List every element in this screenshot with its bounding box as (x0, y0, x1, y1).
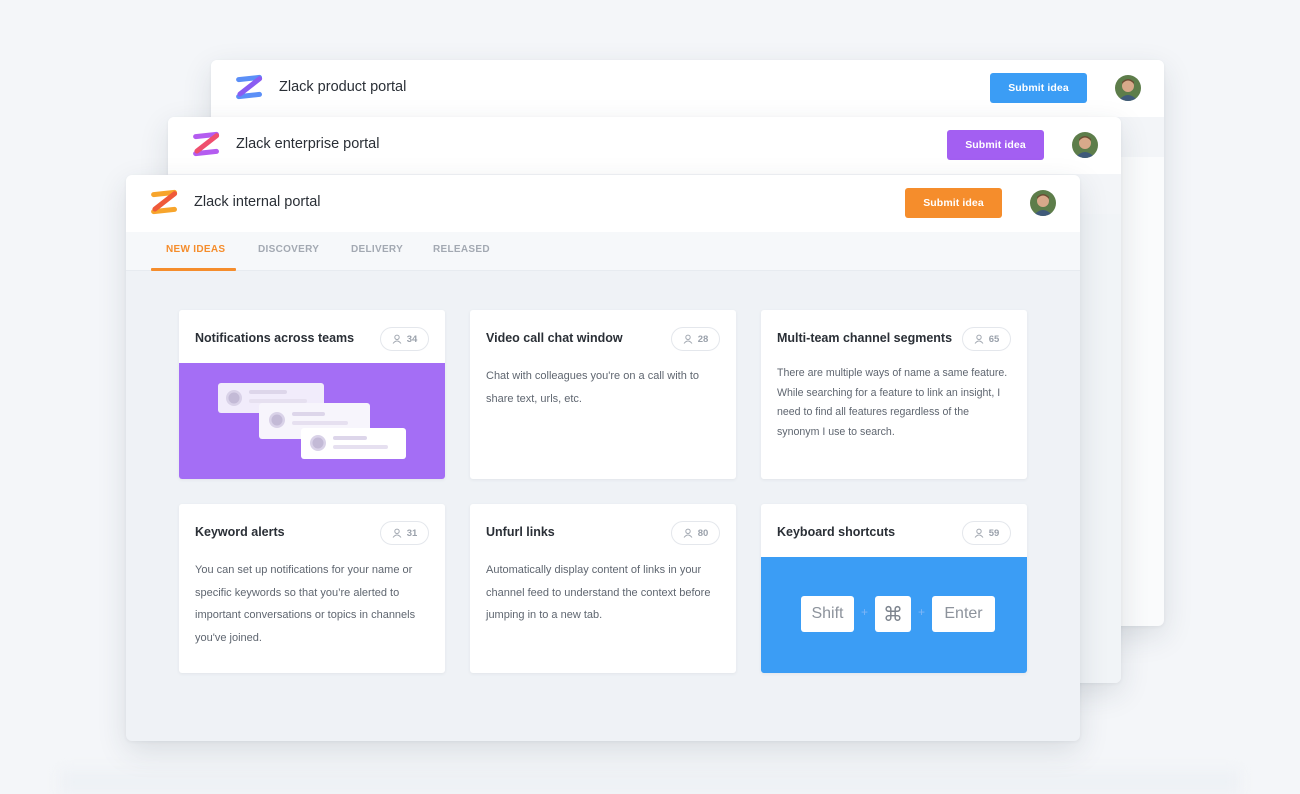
user-avatar[interactable] (1030, 190, 1056, 216)
submit-idea-button[interactable]: Submit idea (947, 130, 1044, 160)
notification-stack-illustration (179, 363, 445, 479)
portal-title: Zlack internal portal (194, 194, 321, 210)
idea-card-title: Video call chat window (486, 331, 623, 345)
idea-card-title: Notifications across teams (195, 331, 355, 345)
portal-title: Zlack enterprise portal (236, 136, 380, 152)
user-avatar[interactable] (1115, 75, 1141, 101)
vote-count: 59 (988, 527, 1000, 539)
idea-card[interactable]: Unfurl links 80 Automatically display co… (470, 504, 736, 673)
portal-header: Zlack internal portal Submit idea (126, 175, 1080, 232)
vote-button[interactable]: 80 (671, 521, 720, 545)
idea-card-title: Unfurl links (486, 525, 555, 539)
user-avatar[interactable] (1072, 132, 1098, 158)
vote-button[interactable]: 65 (962, 327, 1011, 351)
user-icon (392, 334, 402, 344)
idea-card[interactable]: Multi-team channel segments 65 There are… (761, 310, 1027, 479)
idea-card-description: Automatically display content of links i… (486, 564, 711, 621)
idea-card[interactable]: Keyboard shortcuts 59 Shift + ⌘ + Enter (761, 504, 1027, 673)
zlack-logo-icon (190, 130, 222, 158)
zlack-logo-icon (233, 73, 265, 101)
plus-sign: + (918, 605, 926, 619)
vote-button[interactable]: 28 (671, 327, 720, 351)
idea-card-description: There are multiple ways of name a same f… (777, 367, 1008, 438)
user-icon (974, 528, 984, 538)
tab-bar: NEW IDEAS DISCOVERY DELIVERY RELEASED (126, 232, 1080, 271)
shift-key: Shift (801, 596, 854, 632)
portal-header: Zlack product portal Submit idea (211, 60, 1164, 117)
tab-delivery[interactable]: DELIVERY (351, 244, 403, 255)
enter-key: Enter (932, 596, 995, 632)
user-icon (392, 528, 402, 538)
vote-count: 28 (697, 333, 709, 345)
vote-button[interactable]: 59 (962, 521, 1011, 545)
portal-window-internal: Zlack internal portal Submit idea NEW ID… (126, 175, 1080, 741)
submit-idea-button[interactable]: Submit idea (990, 73, 1087, 103)
floor-shadow (60, 770, 1240, 794)
vote-button[interactable]: 34 (380, 327, 429, 351)
idea-card[interactable]: Notifications across teams 34 (179, 310, 445, 479)
vote-count: 34 (406, 333, 418, 345)
vote-count: 65 (988, 333, 1000, 345)
tab-new-ideas[interactable]: NEW IDEAS (166, 244, 225, 255)
idea-card-description: Chat with colleagues you're on a call wi… (486, 370, 700, 405)
plus-sign: + (861, 605, 869, 619)
vote-button[interactable]: 31 (380, 521, 429, 545)
tab-released[interactable]: RELEASED (433, 244, 490, 255)
keyboard-keys-illustration: Shift + ⌘ + Enter (761, 557, 1027, 673)
submit-idea-button[interactable]: Submit idea (905, 188, 1002, 218)
vote-count: 31 (406, 527, 418, 539)
idea-card[interactable]: Video call chat window 28 Chat with coll… (470, 310, 736, 479)
portal-header: Zlack enterprise portal Submit idea (168, 117, 1121, 174)
user-icon (683, 334, 693, 344)
active-tab-indicator (151, 268, 236, 271)
user-icon (683, 528, 693, 538)
idea-card[interactable]: Keyword alerts 31 You can set up notific… (179, 504, 445, 673)
command-key-icon: ⌘ (875, 596, 911, 632)
idea-card-title: Multi-team channel segments (777, 331, 953, 345)
idea-card-description: You can set up notifications for your na… (195, 564, 416, 644)
tab-discovery[interactable]: DISCOVERY (258, 244, 319, 255)
zlack-logo-icon (148, 188, 180, 216)
idea-card-title: Keyboard shortcuts (777, 525, 896, 539)
user-icon (974, 334, 984, 344)
idea-card-title: Keyword alerts (195, 525, 285, 539)
vote-count: 80 (697, 527, 709, 539)
portal-title: Zlack product portal (279, 79, 407, 95)
